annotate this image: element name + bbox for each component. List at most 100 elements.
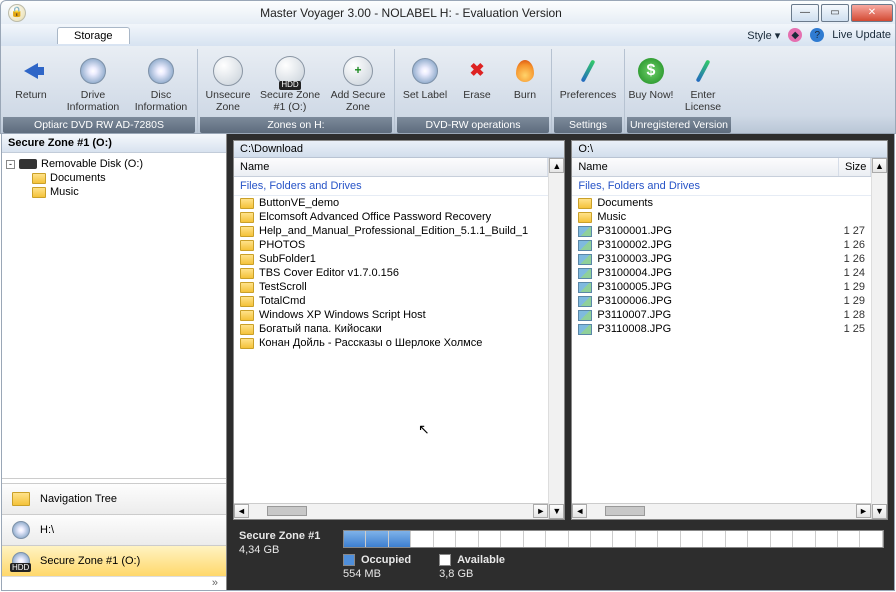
- flame-icon: [516, 60, 534, 82]
- tree-node[interactable]: Documents: [32, 171, 222, 185]
- drive-icon: [19, 159, 37, 169]
- available-swatch-icon: [439, 554, 451, 566]
- enter-license-button[interactable]: Enter License: [675, 49, 731, 117]
- folder-icon: [240, 310, 254, 321]
- col-name[interactable]: Name: [572, 158, 839, 176]
- close-button[interactable]: ✕: [851, 4, 893, 22]
- image-icon: [578, 282, 592, 293]
- disc-icon: [213, 56, 243, 86]
- list-item[interactable]: Конан Дойль - Рассказы о Шерлоке Холмсе: [234, 336, 548, 350]
- image-icon: [578, 240, 592, 251]
- group-settings-label: Settings: [554, 117, 622, 133]
- disc-information-button[interactable]: Disc Information: [127, 49, 195, 117]
- left-file-pane: C:\Download Name Files, Folders and Driv…: [233, 140, 565, 520]
- list-item[interactable]: P3100005.JPG1 29: [572, 280, 871, 294]
- folder-icon: [240, 212, 254, 223]
- list-item[interactable]: P3110008.JPG1 25: [572, 322, 871, 336]
- folder-icon: [240, 254, 254, 265]
- tree-node[interactable]: Music: [32, 185, 222, 199]
- nav-tree-button[interactable]: Navigation Tree: [2, 483, 226, 514]
- left-pane-path[interactable]: C:\Download: [234, 141, 564, 158]
- list-item[interactable]: PHOTOS: [234, 238, 548, 252]
- left-v-scrollbar[interactable]: ▲▼: [548, 158, 564, 519]
- nav-secure-zone-button[interactable]: HDDSecure Zone #1 (O:): [2, 545, 226, 576]
- folder-icon: [578, 212, 592, 223]
- add-secure-zone-button[interactable]: +Add Secure Zone: [324, 49, 392, 117]
- folder-icon: [240, 296, 254, 307]
- label-icon: [412, 58, 438, 84]
- list-item[interactable]: P3100006.JPG1 29: [572, 294, 871, 308]
- col-name[interactable]: Name: [234, 158, 548, 176]
- return-button[interactable]: Return: [3, 49, 59, 117]
- sidebar-header: Secure Zone #1 (O:): [2, 134, 226, 153]
- right-column-header[interactable]: NameSize: [572, 158, 871, 177]
- group-drive-label: Optiarc DVD RW AD-7280S: [3, 117, 195, 133]
- list-item[interactable]: P3100002.JPG1 26: [572, 238, 871, 252]
- buy-now-button[interactable]: $Buy Now!: [627, 49, 675, 117]
- col-size[interactable]: Size: [839, 158, 871, 176]
- style-menu[interactable]: Style ▾: [747, 29, 780, 42]
- usage-meter: [343, 530, 884, 548]
- collapse-icon[interactable]: -: [6, 160, 15, 169]
- folder-icon: [32, 173, 46, 184]
- right-file-list[interactable]: DocumentsMusicP3100001.JPG1 27P3100002.J…: [572, 196, 871, 503]
- left-h-scrollbar[interactable]: ◄►: [234, 503, 548, 519]
- unsecure-zone-button[interactable]: Unsecure Zone: [200, 49, 256, 117]
- image-icon: [578, 324, 592, 335]
- list-item[interactable]: TotalCmd: [234, 294, 548, 308]
- right-v-scrollbar[interactable]: ▲▼: [871, 158, 887, 519]
- sidebar-expander[interactable]: »: [2, 576, 226, 590]
- folder-icon: [32, 187, 46, 198]
- help-icon[interactable]: ?: [810, 28, 824, 42]
- right-h-scrollbar[interactable]: ◄►: [572, 503, 871, 519]
- occupied-swatch-icon: [343, 554, 355, 566]
- list-item[interactable]: P3100004.JPG1 24: [572, 266, 871, 280]
- list-item[interactable]: Music: [572, 210, 871, 224]
- set-label-button[interactable]: Set Label: [397, 49, 453, 117]
- left-sidebar: Secure Zone #1 (O:) -Removable Disk (O:)…: [2, 134, 227, 590]
- list-item[interactable]: ButtonVE_demo: [234, 196, 548, 210]
- list-item[interactable]: Documents: [572, 196, 871, 210]
- list-item[interactable]: P3100001.JPG1 27: [572, 224, 871, 238]
- left-file-list[interactable]: ButtonVE_demoElcomsoft Advanced Office P…: [234, 196, 548, 503]
- list-item[interactable]: P3100003.JPG1 26: [572, 252, 871, 266]
- list-item[interactable]: TestScroll: [234, 280, 548, 294]
- left-section-label: Files, Folders and Drives: [234, 177, 548, 196]
- preferences-button[interactable]: Preferences: [554, 49, 622, 117]
- folder-icon: [240, 338, 254, 349]
- live-update-link[interactable]: Live Update: [832, 29, 891, 41]
- list-item[interactable]: P3110007.JPG1 28: [572, 308, 871, 322]
- ribbon-toolbar: Return Drive Information Disc Informatio…: [0, 46, 896, 134]
- secure-zone-button[interactable]: HDDSecure Zone #1 (O:): [256, 49, 324, 117]
- list-item[interactable]: Windows XP Windows Script Host: [234, 308, 548, 322]
- style-color-icon[interactable]: ◆: [788, 28, 802, 42]
- image-icon: [578, 268, 592, 279]
- window-title: Master Voyager 3.00 - NOLABEL H: - Evalu…: [33, 6, 789, 20]
- minimize-button[interactable]: —: [791, 4, 819, 22]
- folder-icon: [240, 198, 254, 209]
- usage-total: 4,34 GB: [239, 544, 329, 556]
- tab-storage[interactable]: Storage: [57, 27, 130, 44]
- folder-tree[interactable]: -Removable Disk (O:) DocumentsMusic: [2, 153, 226, 479]
- drive-information-button[interactable]: Drive Information: [59, 49, 127, 117]
- folder-icon: [240, 324, 254, 335]
- maximize-button[interactable]: ▭: [821, 4, 849, 22]
- list-item[interactable]: Help_and_Manual_Professional_Edition_5.1…: [234, 224, 548, 238]
- group-ops-label: DVD-RW operations: [397, 117, 549, 133]
- tree-root[interactable]: -Removable Disk (O:): [6, 157, 222, 171]
- folder-icon: [240, 282, 254, 293]
- list-item[interactable]: TBS Cover Editor v1.7.0.156: [234, 266, 548, 280]
- left-column-header[interactable]: Name: [234, 158, 548, 177]
- list-item[interactable]: Elcomsoft Advanced Office Password Recov…: [234, 210, 548, 224]
- nav-h-drive-button[interactable]: H:\: [2, 514, 226, 545]
- burn-button[interactable]: Burn: [501, 49, 549, 117]
- erase-button[interactable]: ✖Erase: [453, 49, 501, 117]
- usage-panel: Secure Zone #1 4,34 GB Occupied554 MB Av…: [227, 522, 894, 590]
- list-item[interactable]: Богатый папа. Кийосаки: [234, 322, 548, 336]
- image-icon: [578, 296, 592, 307]
- right-pane-path[interactable]: O:\: [572, 141, 887, 158]
- list-item[interactable]: SubFolder1: [234, 252, 548, 266]
- dollar-icon: $: [638, 58, 664, 84]
- folder-tree-icon: [12, 492, 30, 506]
- menu-strip: Storage Style ▾ ◆ ? Live Update: [0, 24, 896, 46]
